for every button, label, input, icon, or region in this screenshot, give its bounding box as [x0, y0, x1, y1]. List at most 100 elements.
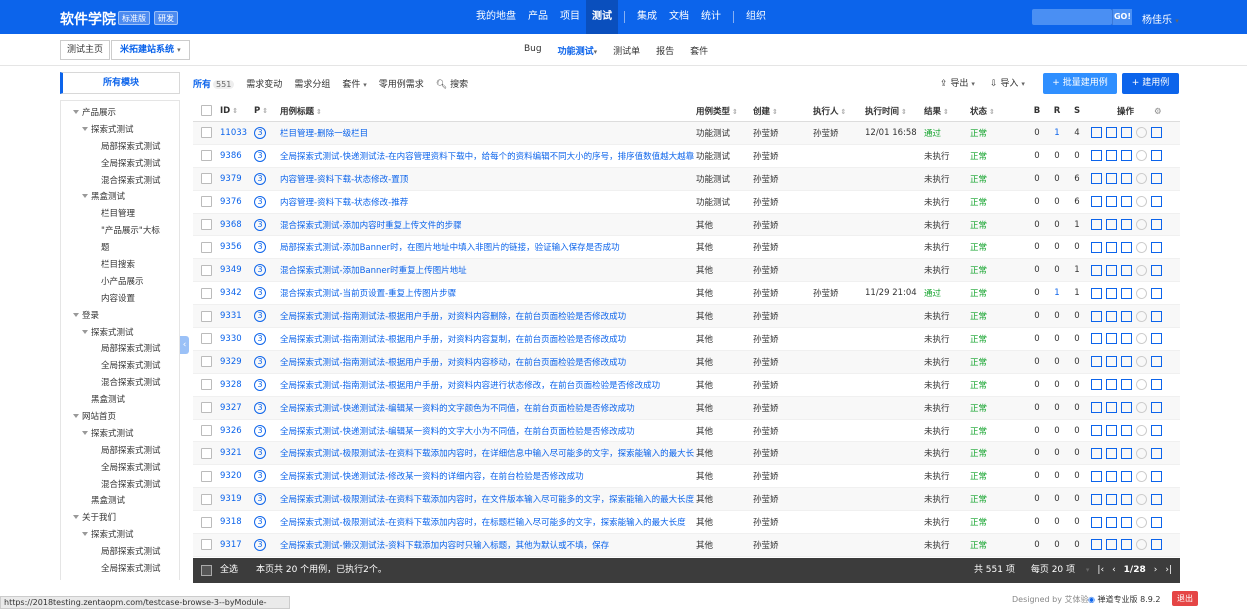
- header-type[interactable]: 用例类型 ⇕: [696, 105, 753, 117]
- row-checkbox[interactable]: [201, 219, 212, 230]
- designed-by[interactable]: Designed by 艾体验: [1012, 594, 1089, 605]
- execute-icon[interactable]: [1106, 173, 1117, 185]
- edit-icon[interactable]: [1121, 356, 1132, 368]
- run-result-icon[interactable]: [1091, 447, 1102, 459]
- create-bug-icon[interactable]: [1136, 287, 1147, 299]
- tree-node[interactable]: 全局探索式测试: [61, 460, 179, 477]
- create-case-button[interactable]: + 建用例: [1122, 73, 1179, 94]
- select-all-label[interactable]: 全选: [220, 558, 238, 583]
- export-button[interactable]: ⇪ 导出 ▾: [940, 76, 975, 89]
- create-bug-icon[interactable]: [1136, 310, 1147, 322]
- run-result-icon[interactable]: [1091, 539, 1102, 551]
- execute-icon[interactable]: [1106, 241, 1117, 253]
- subnav-testtask[interactable]: 测试单: [613, 44, 640, 57]
- copy-icon[interactable]: [1151, 356, 1162, 368]
- gear-icon[interactable]: ⚙: [1154, 107, 1162, 117]
- tree-node[interactable]: 探索式测试: [61, 426, 179, 443]
- execute-icon[interactable]: [1106, 425, 1117, 437]
- case-title[interactable]: 混合探索式测试-当前页设置-重复上传图片步骤: [280, 287, 696, 299]
- copy-icon[interactable]: [1151, 219, 1162, 230]
- tree-node[interactable]: 栏目搜索: [61, 257, 179, 274]
- expand-triangle-icon[interactable]: [82, 532, 88, 537]
- execute-icon[interactable]: [1106, 447, 1117, 459]
- result-count[interactable]: 1: [1047, 128, 1067, 138]
- run-result-icon[interactable]: [1091, 333, 1102, 345]
- row-checkbox[interactable]: [201, 425, 212, 437]
- edit-icon[interactable]: [1121, 333, 1132, 345]
- create-bug-icon[interactable]: [1136, 516, 1147, 528]
- create-bug-icon[interactable]: [1136, 539, 1147, 551]
- execute-icon[interactable]: [1106, 470, 1117, 482]
- tree-node[interactable]: 网站首页: [61, 409, 179, 426]
- execute-icon[interactable]: [1106, 379, 1117, 391]
- case-id[interactable]: 9349: [220, 265, 254, 275]
- create-bug-icon[interactable]: [1136, 333, 1147, 345]
- case-id[interactable]: 9379: [220, 174, 254, 184]
- tree-node[interactable]: 产品展示: [61, 105, 179, 122]
- create-bug-icon[interactable]: [1136, 447, 1147, 459]
- last-page-icon[interactable]: ›|: [1165, 558, 1172, 583]
- user-menu[interactable]: 杨佳乐 ▾: [1142, 11, 1179, 26]
- case-title[interactable]: 全局探索式测试-指南测试法-根据用户手册，对资料内容复制，在前台页面检验是否修改…: [280, 333, 696, 345]
- execute-icon[interactable]: [1106, 287, 1117, 299]
- run-result-icon[interactable]: [1091, 264, 1102, 276]
- create-bug-icon[interactable]: [1136, 127, 1147, 139]
- footer-select-all-checkbox[interactable]: [201, 565, 212, 576]
- create-bug-icon[interactable]: [1136, 150, 1147, 162]
- subnav-suite[interactable]: 套件: [690, 44, 708, 57]
- create-bug-icon[interactable]: [1136, 402, 1147, 414]
- expand-triangle-icon[interactable]: [82, 329, 88, 334]
- row-checkbox[interactable]: [201, 241, 212, 253]
- tab-search[interactable]: 🔍︎ 搜索: [436, 77, 468, 90]
- case-title[interactable]: 全局探索式测试-极限测试法-在资料下载添加内容时，在文件版本输入尽可能多的文字，…: [280, 493, 696, 505]
- case-id[interactable]: 9320: [220, 471, 254, 481]
- header-result[interactable]: 结果 ⇕: [924, 105, 970, 117]
- row-checkbox[interactable]: [201, 470, 212, 482]
- edit-icon[interactable]: [1121, 470, 1132, 482]
- nav-test[interactable]: 测试: [586, 0, 618, 34]
- case-id[interactable]: 9376: [220, 197, 254, 207]
- copy-icon[interactable]: [1151, 379, 1162, 391]
- case-id[interactable]: 9331: [220, 311, 254, 321]
- tree-node[interactable]: 全局探索式测试: [61, 358, 179, 375]
- batch-create-button[interactable]: + 批量建用例: [1043, 73, 1117, 94]
- case-title[interactable]: 内容管理-资料下载-状态修改-置顶: [280, 173, 696, 185]
- next-page-icon[interactable]: ›: [1154, 558, 1158, 583]
- copy-icon[interactable]: [1151, 127, 1162, 139]
- run-result-icon[interactable]: [1091, 127, 1102, 139]
- copy-icon[interactable]: [1151, 173, 1162, 185]
- case-id[interactable]: 9330: [220, 334, 254, 344]
- subnav-report[interactable]: 报告: [656, 44, 674, 57]
- tree-node[interactable]: 局部探索式测试: [61, 139, 179, 156]
- case-title[interactable]: 内容管理-资料下载-状态修改-推荐: [280, 196, 696, 208]
- run-result-icon[interactable]: [1091, 310, 1102, 322]
- edit-icon[interactable]: [1121, 516, 1132, 528]
- tree-node[interactable]: 黑盒测试: [61, 493, 179, 510]
- edit-icon[interactable]: [1121, 127, 1132, 139]
- tree-node[interactable]: 探索式测试: [61, 325, 179, 342]
- create-bug-icon[interactable]: [1136, 264, 1147, 276]
- copy-icon[interactable]: [1151, 493, 1162, 505]
- search-go-button[interactable]: GO!: [1112, 9, 1132, 25]
- case-title[interactable]: 混合探索式测试-添加Banner时重复上传图片地址: [280, 264, 696, 276]
- case-title[interactable]: 局部探索式测试-添加Banner时，在图片地址中填入非图片的链接，验证输入保存是…: [280, 241, 696, 253]
- edit-icon[interactable]: [1121, 287, 1132, 299]
- copy-icon[interactable]: [1151, 539, 1162, 551]
- run-result-icon[interactable]: [1091, 493, 1102, 505]
- case-id[interactable]: 9342: [220, 288, 254, 298]
- case-title[interactable]: 全局探索式测试-指南测试法-根据用户手册，对资料内容移动，在前台页面检验是否修改…: [280, 356, 696, 368]
- tab-story-group[interactable]: 需求分组: [294, 77, 330, 90]
- global-search-input[interactable]: [1032, 9, 1112, 25]
- execute-icon[interactable]: [1106, 333, 1117, 345]
- tree-node[interactable]: 黑盒测试: [61, 189, 179, 206]
- run-result-icon[interactable]: [1091, 196, 1102, 208]
- all-modules-header[interactable]: 所有模块: [60, 72, 180, 94]
- tree-node[interactable]: 小产品展示: [61, 274, 179, 291]
- execute-icon[interactable]: [1106, 150, 1117, 162]
- execute-icon[interactable]: [1106, 493, 1117, 505]
- execute-icon[interactable]: [1106, 539, 1117, 551]
- edit-icon[interactable]: [1121, 173, 1132, 185]
- case-title[interactable]: 全局探索式测试-快递测试法-在内容管理资料下载中，给每个的资料编辑不同大小的序号…: [280, 150, 696, 162]
- row-checkbox[interactable]: [201, 493, 212, 505]
- edit-icon[interactable]: [1121, 539, 1132, 551]
